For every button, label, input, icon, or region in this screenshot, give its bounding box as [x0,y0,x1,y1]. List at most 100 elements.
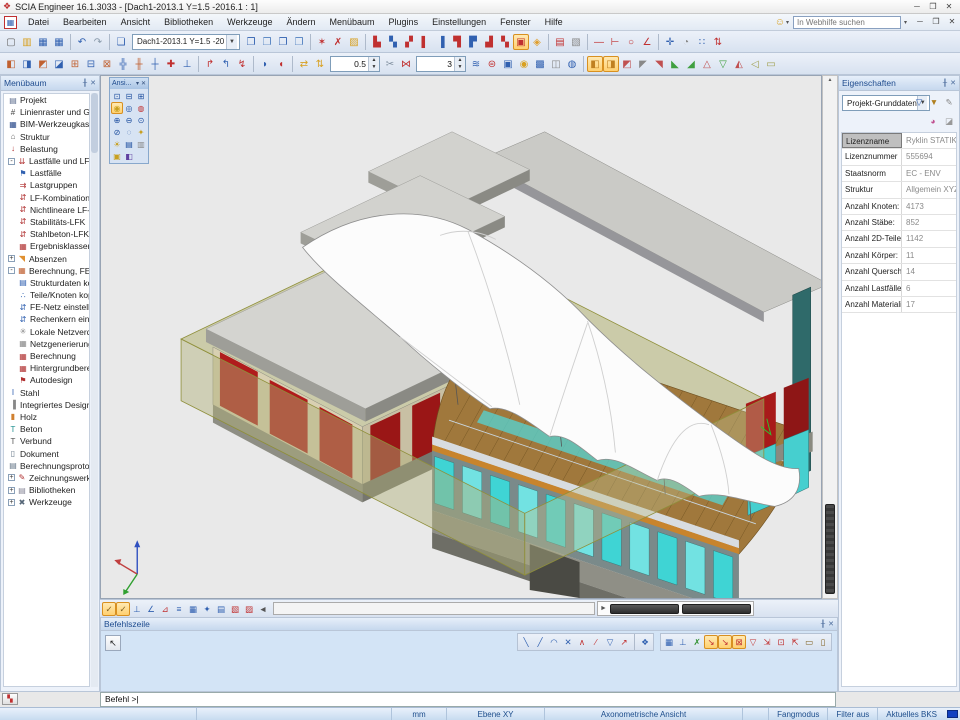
search-dropdown-icon[interactable]: ▾ [904,19,907,26]
tree-item-nichtlineare-lf-kombin[interactable]: ⇵Nichtlineare LF-Kombin [4,204,89,216]
tree-item-belastung[interactable]: ↓Belastung [4,143,89,155]
model-canvas[interactable]: Ansi... ▾ ✕ ⊡⊟⊞◉◎◍⊕⊖⊙⊘◌✦☀▤▥▣◧ [100,75,822,599]
toolbar-icon[interactable]: ⊟ [83,56,99,72]
toolbar-icon[interactable]: ∕ [589,635,603,649]
new-file-icon[interactable]: ▢ [3,34,19,50]
toolbar-icon[interactable]: ◌ [123,126,135,138]
toolbar-icon[interactable]: ⊢ [607,34,623,50]
filter-icon[interactable]: ▽ [912,95,926,109]
layout-icon[interactable]: ◪ [942,114,956,128]
toolbar-icon[interactable]: ▜ [449,34,465,50]
property-value[interactable]: 1142 [902,231,956,246]
menu-werkzeuge[interactable]: Werkzeuge [220,15,279,29]
tree-item-stabilit-ts-lfk[interactable]: ⇵Stabilitäts-LFK [4,216,89,228]
tree-item-netzgenerierung[interactable]: ▦Netzgenerierung [4,338,89,350]
status-filter-aus[interactable]: Filter aus [827,708,877,720]
close-icon[interactable]: ✕ [828,620,834,628]
tree-item-rechenkern-einstellen[interactable]: ⇵Rechenkern einstellen [4,313,89,325]
tree-item-absenzen[interactable]: +◥Absenzen [4,252,89,264]
close-icon[interactable]: ✕ [90,79,96,87]
toolbar-icon[interactable]: ✕ [561,635,575,649]
toolbar-icon[interactable]: ⊡ [774,635,788,649]
dark-scroll-thumb[interactable] [610,604,679,614]
property-value[interactable]: Ryklin STATIK [902,133,956,148]
tree-item-berechnung[interactable]: ▦Berechnung [4,350,89,362]
toolbar-icon[interactable]: ↘ [704,635,718,649]
toolbar-icon[interactable]: ▦ [186,602,200,616]
toolbar-icon[interactable]: ◤ [635,56,651,72]
toolbar-icon[interactable]: ✦ [135,126,147,138]
selection-cursor-button[interactable]: ↖ [105,635,121,651]
close-icon[interactable]: ✕ [950,79,956,87]
toolbar-icon[interactable]: ✶ [314,34,330,50]
toolbar-icon[interactable]: ◁ [747,56,763,72]
tree-expand-icon[interactable]: + [8,487,15,494]
toolbar-icon[interactable]: ╬ [115,56,131,72]
toolbar-icon[interactable]: ⊖ [123,114,135,126]
toolbar-icon[interactable]: ▽ [746,635,760,649]
tree-item-lastf-lle[interactable]: ⚑Lastfälle [4,167,89,179]
menu-plugins[interactable]: Plugins [382,15,426,29]
tree-item-stahlbeton-lfk[interactable]: ⇵Stahlbeton-LFK [4,228,89,240]
toolbar-icon[interactable]: ❖ [638,635,652,649]
toolbar-icon[interactable]: ⊜ [484,56,500,72]
close-button[interactable]: ✕ [941,1,957,13]
tree-item-berechnungsprotokoll[interactable]: ▤Berechnungsprotokoll [4,460,89,472]
redo-icon[interactable]: ↷ [90,34,106,50]
chart-icon[interactable]: ◕ [926,114,940,128]
toolbar-icon[interactable]: ▽ [715,56,731,72]
toolbar-icon[interactable]: ✦ [200,602,214,616]
property-value[interactable]: 17 [902,297,956,312]
dark-scroll-thumb[interactable] [682,604,751,614]
tree-item-autodesign[interactable]: ⚑Autodesign [4,374,89,386]
menu-datei[interactable]: Datei [21,15,56,29]
tree-item-integriertes-design-forms[interactable]: ▐Integriertes Design Forms [4,399,89,411]
toolbar-icon[interactable]: ◣ [667,56,683,72]
toolbar-icon[interactable]: ◗ [257,56,273,72]
child-close-button[interactable]: ✕ [944,16,960,28]
menu-bearbeiten[interactable]: Bearbeiten [56,15,114,29]
toolbar-icon[interactable]: ╲ [519,635,533,649]
toolbar-icon[interactable]: ◢ [683,56,699,72]
toolbar-icon[interactable]: ▤ [214,602,228,616]
toolbar-icon[interactable]: ▩ [532,56,548,72]
property-row[interactable]: Anzahl Knoten:4173 [842,199,956,215]
toolbar-icon[interactable]: ⊕ [111,114,123,126]
toolbar-icon[interactable]: ✓ [116,602,130,616]
toolbar-icon[interactable]: ⊿ [158,602,172,616]
tree-item-ergebnisklassen[interactable]: ▦Ergebnisklassen [4,240,89,252]
toolbar-icon[interactable]: ⊥ [676,635,690,649]
toolbar-icon[interactable]: ✓ [102,602,116,616]
property-row[interactable]: Anzahl Materialien:17 [842,297,956,313]
property-value[interactable]: 4173 [902,199,956,214]
toolbar-icon[interactable]: ▐ [433,34,449,50]
toolbar-icon[interactable]: ▙ [369,34,385,50]
menu-menübaum[interactable]: Menübaum [323,15,382,29]
tree-item-stahl[interactable]: IStahl [4,387,89,399]
open-file-icon[interactable]: ▥ [19,34,35,50]
child-minimize-button[interactable]: ─ [912,16,928,28]
zoom-factor-spinner[interactable]: 0.5 ▲▼ [330,56,380,72]
toolbar-icon[interactable]: ◭ [731,56,747,72]
tree-item-verbund[interactable]: TVerbund [4,435,89,447]
tree-item-bim-werkzeugkasten[interactable]: ▦BIM-Werkzeugkasten [4,118,89,130]
toolbar-icon[interactable]: ⊞ [67,56,83,72]
save-icon[interactable]: ▦ [35,34,51,50]
toolbar-icon[interactable]: ❐ [243,34,259,50]
tree-expand-icon[interactable]: + [8,474,15,481]
view-palette-header[interactable]: Ansi... ▾ ✕ [110,78,148,89]
property-value[interactable]: 6 [902,281,956,296]
toolbar-icon[interactable]: ◔ [678,34,694,50]
toolbar-icon[interactable]: ⊠ [99,56,115,72]
minimize-button[interactable]: ─ [909,1,925,13]
toolbar-icon[interactable]: ❐ [259,34,275,50]
toolbar-icon[interactable]: ▞ [401,34,417,50]
toolbar-icon[interactable]: ✗ [690,635,704,649]
scia-project-icon[interactable]: ▦ [4,16,17,29]
tree-item-beton[interactable]: TBeton [4,423,89,435]
tree-item-hintergrundberechnung[interactable]: ▦Hintergrundberechnung [4,362,89,374]
toolbar-icon[interactable]: ◈ [529,34,545,50]
toolbar-icon[interactable]: ▥ [135,138,147,150]
toolbar-icon[interactable]: ▤ [552,34,568,50]
toolbar-icon[interactable]: ▨ [346,34,362,50]
